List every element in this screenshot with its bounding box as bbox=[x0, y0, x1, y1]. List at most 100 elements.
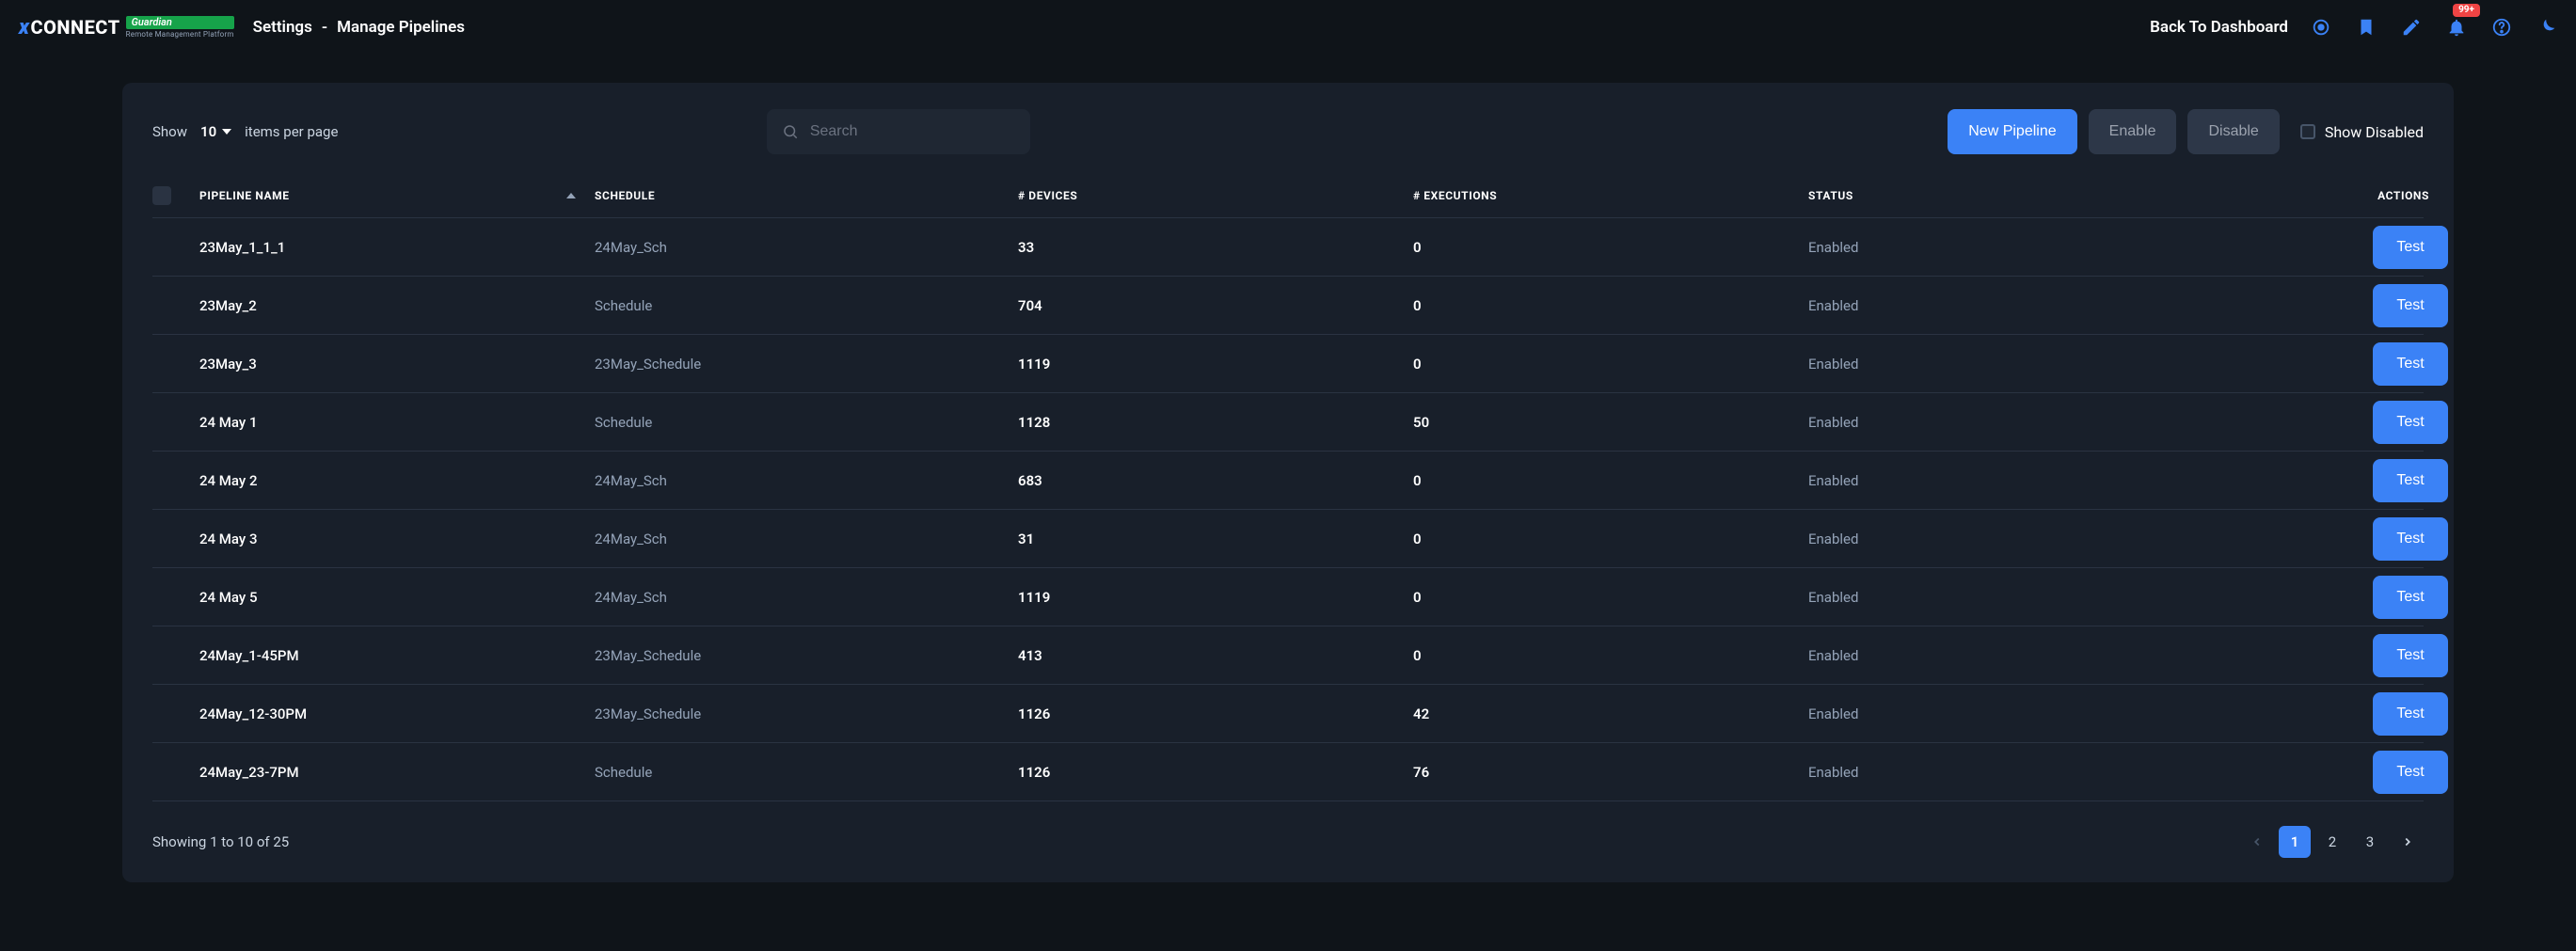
table-body: 23May_1_1_124May_Sch330EnabledTest23May_… bbox=[152, 218, 2424, 801]
cell-status: Enabled bbox=[1808, 356, 2260, 372]
chevron-down-icon bbox=[222, 129, 231, 135]
search-input[interactable] bbox=[767, 109, 1030, 154]
cell-status: Enabled bbox=[1808, 239, 2260, 256]
select-all-checkbox[interactable] bbox=[152, 186, 171, 205]
table-row[interactable]: 24May_12-30PM23May_Schedule112642Enabled… bbox=[152, 685, 2424, 743]
cell-executions: 42 bbox=[1413, 705, 1808, 722]
items-per-page-label: items per page bbox=[245, 123, 338, 140]
test-button[interactable]: Test bbox=[2373, 342, 2448, 386]
pipelines-panel: Show 10 items per page New Pipeline Enab… bbox=[122, 83, 2454, 882]
cell-actions: Test bbox=[2260, 401, 2486, 444]
col-schedule[interactable]: Schedule bbox=[595, 189, 1018, 202]
page-1[interactable]: 1 bbox=[2279, 826, 2311, 858]
cell-schedule: 23May_Schedule bbox=[595, 647, 1018, 664]
table-row[interactable]: 24 May 324May_Sch310EnabledTest bbox=[152, 510, 2424, 568]
cell-actions: Test bbox=[2260, 634, 2486, 677]
page-3[interactable]: 3 bbox=[2354, 826, 2386, 858]
table-row[interactable]: 24 May 524May_Sch11190EnabledTest bbox=[152, 568, 2424, 626]
table-row[interactable]: 23May_2Schedule7040EnabledTest bbox=[152, 277, 2424, 335]
cell-actions: Test bbox=[2260, 692, 2486, 736]
target-icon[interactable] bbox=[2311, 17, 2331, 38]
select-all-cell bbox=[152, 186, 199, 205]
enable-button[interactable]: Enable bbox=[2089, 109, 2177, 154]
controls-row: Show 10 items per page New Pipeline Enab… bbox=[152, 109, 2424, 154]
new-pipeline-button[interactable]: New Pipeline bbox=[1948, 109, 2076, 154]
dark-mode-icon[interactable] bbox=[2536, 17, 2557, 38]
table-row[interactable]: 24May_23-7PMSchedule112676EnabledTest bbox=[152, 743, 2424, 801]
cell-devices: 704 bbox=[1018, 297, 1413, 314]
table-row[interactable]: 23May_1_1_124May_Sch330EnabledTest bbox=[152, 218, 2424, 277]
bookmark-icon[interactable] bbox=[2356, 17, 2377, 38]
cell-devices: 1126 bbox=[1018, 764, 1413, 781]
cell-schedule: Schedule bbox=[595, 297, 1018, 314]
table-footer: Showing 1 to 10 of 25 123 bbox=[152, 826, 2424, 858]
cell-status: Enabled bbox=[1808, 589, 2260, 606]
table-row[interactable]: 24May_1-45PM23May_Schedule4130EnabledTes… bbox=[152, 626, 2424, 685]
cell-name: 24May_23-7PM bbox=[199, 764, 595, 781]
search-wrap bbox=[767, 109, 1030, 154]
cell-status: Enabled bbox=[1808, 297, 2260, 314]
page-next[interactable] bbox=[2392, 826, 2424, 858]
logo[interactable]: xCONNECT Guardian Remote Management Plat… bbox=[19, 16, 234, 40]
test-button[interactable]: Test bbox=[2373, 692, 2448, 736]
cell-executions: 76 bbox=[1413, 764, 1808, 781]
page-2[interactable]: 2 bbox=[2316, 826, 2348, 858]
cell-executions: 0 bbox=[1413, 647, 1808, 664]
cell-devices: 1126 bbox=[1018, 705, 1413, 722]
topbar-left: xCONNECT Guardian Remote Management Plat… bbox=[19, 16, 465, 40]
cell-devices: 683 bbox=[1018, 472, 1413, 489]
test-button[interactable]: Test bbox=[2373, 401, 2448, 444]
cell-actions: Test bbox=[2260, 576, 2486, 619]
cell-devices: 1119 bbox=[1018, 589, 1413, 606]
cell-actions: Test bbox=[2260, 751, 2486, 794]
cell-name: 23May_3 bbox=[199, 356, 595, 372]
cell-devices: 33 bbox=[1018, 239, 1413, 256]
cell-name: 24 May 1 bbox=[199, 414, 595, 431]
table-row[interactable]: 24 May 224May_Sch6830EnabledTest bbox=[152, 452, 2424, 510]
back-to-dashboard-link[interactable]: Back To Dashboard bbox=[2150, 18, 2288, 37]
notifications-icon[interactable]: 99+ bbox=[2446, 17, 2467, 38]
test-button[interactable]: Test bbox=[2373, 634, 2448, 677]
breadcrumb-manage-pipelines[interactable]: Manage Pipelines bbox=[337, 18, 465, 37]
cell-schedule: 24May_Sch bbox=[595, 531, 1018, 547]
cell-devices: 413 bbox=[1018, 647, 1413, 664]
pagination: 123 bbox=[2241, 826, 2424, 858]
disable-button[interactable]: Disable bbox=[2187, 109, 2279, 154]
cell-schedule: 23May_Schedule bbox=[595, 356, 1018, 372]
edit-icon[interactable] bbox=[2401, 17, 2422, 38]
col-executions[interactable]: # Executions bbox=[1413, 189, 1808, 202]
cell-actions: Test bbox=[2260, 342, 2486, 386]
test-button[interactable]: Test bbox=[2373, 576, 2448, 619]
test-button[interactable]: Test bbox=[2373, 517, 2448, 561]
breadcrumb-settings[interactable]: Settings bbox=[253, 18, 312, 37]
show-disabled-toggle[interactable]: Show Disabled bbox=[2300, 123, 2424, 141]
showing-range: Showing 1 to 10 of 25 bbox=[152, 833, 289, 850]
test-button[interactable]: Test bbox=[2373, 459, 2448, 502]
col-actions: Actions bbox=[2260, 189, 2486, 202]
cell-actions: Test bbox=[2260, 226, 2486, 269]
cell-status: Enabled bbox=[1808, 647, 2260, 664]
cell-schedule: 24May_Sch bbox=[595, 472, 1018, 489]
test-button[interactable]: Test bbox=[2373, 751, 2448, 794]
test-button[interactable]: Test bbox=[2373, 284, 2448, 327]
test-button[interactable]: Test bbox=[2373, 226, 2448, 269]
cell-name: 24May_12-30PM bbox=[199, 705, 595, 722]
logo-sub: Guardian Remote Management Platform bbox=[126, 16, 234, 39]
col-devices[interactable]: # Devices bbox=[1018, 189, 1413, 202]
page-prev[interactable] bbox=[2241, 826, 2273, 858]
col-name[interactable]: Pipeline Name bbox=[199, 189, 595, 202]
topbar-right: Back To Dashboard 99+ bbox=[2150, 17, 2557, 38]
breadcrumb-separator: - bbox=[322, 18, 327, 37]
logo-guardian: Guardian bbox=[126, 16, 234, 29]
show-disabled-label: Show Disabled bbox=[2325, 123, 2424, 141]
cell-schedule: 23May_Schedule bbox=[595, 705, 1018, 722]
cell-name: 24May_1-45PM bbox=[199, 647, 595, 664]
table-row[interactable]: 23May_323May_Schedule11190EnabledTest bbox=[152, 335, 2424, 393]
help-icon[interactable] bbox=[2491, 17, 2512, 38]
cell-status: Enabled bbox=[1808, 531, 2260, 547]
table-row[interactable]: 24 May 1Schedule112850EnabledTest bbox=[152, 393, 2424, 452]
logo-connect: CONNECT bbox=[31, 16, 120, 39]
page-size-dropdown[interactable]: 10 bbox=[200, 123, 231, 140]
col-status[interactable]: Status bbox=[1808, 189, 2260, 202]
pipelines-table: Pipeline Name Schedule # Devices # Execu… bbox=[152, 173, 2424, 801]
